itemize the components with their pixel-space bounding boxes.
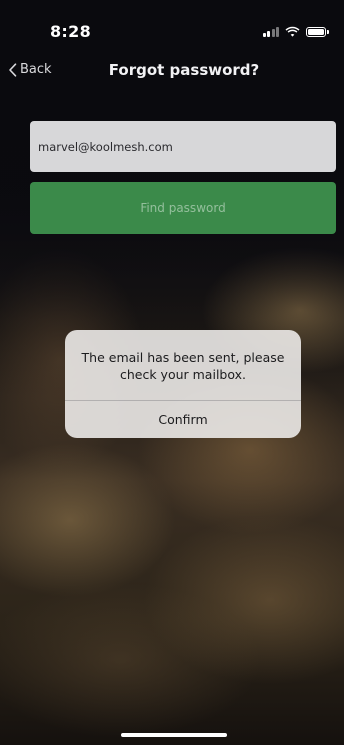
page-title: Forgot password? [108, 61, 260, 79]
battery-icon [306, 26, 329, 37]
email-field[interactable] [30, 121, 336, 172]
forgot-password-screen: 8:28 Back Forgot password? Find password… [0, 0, 344, 745]
alert-message: The email has been sent, please check yo… [81, 350, 285, 382]
status-icons [262, 26, 329, 37]
status-bar: 8:28 [0, 0, 344, 56]
find-password-button[interactable]: Find password [30, 182, 336, 234]
home-indicator[interactable] [121, 733, 227, 737]
status-time: 8:28 [50, 22, 91, 41]
nav-bar: Back Forgot password? [0, 56, 344, 88]
wifi-icon [285, 26, 300, 37]
cellular-signal-icon [262, 26, 279, 37]
confirm-button[interactable]: Confirm [65, 401, 301, 438]
alert-dialog: The email has been sent, please check yo… [65, 330, 301, 438]
